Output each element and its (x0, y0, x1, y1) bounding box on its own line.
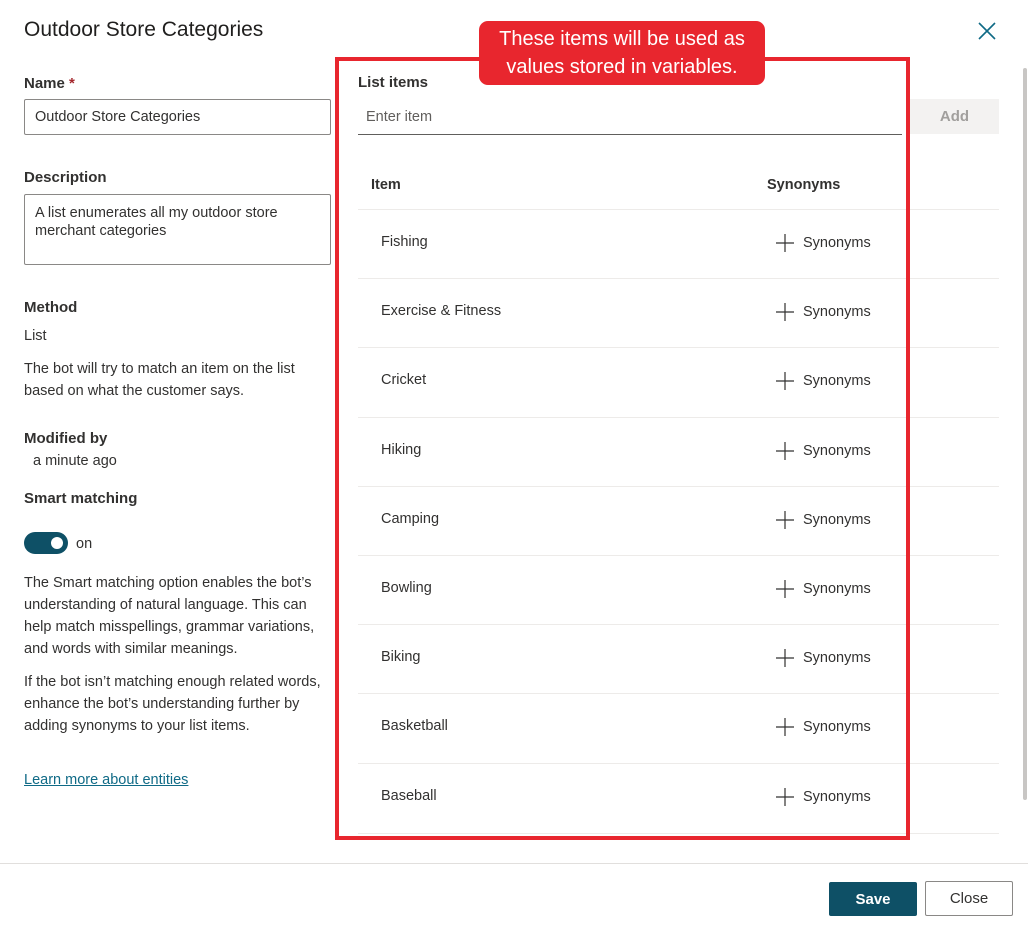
synonyms-label: Synonyms (803, 581, 871, 597)
footer-divider (0, 863, 1028, 864)
plus-icon (776, 510, 794, 529)
description-input[interactable]: A list enumerates all my outdoor store m… (24, 194, 331, 265)
add-synonyms-button[interactable]: Synonyms (776, 440, 871, 462)
item-name: Bowling (381, 580, 432, 596)
synonyms-help: If the bot isn’t matching enough related… (24, 674, 321, 734)
close-icon[interactable] (976, 20, 998, 42)
item-name: Fishing (381, 234, 428, 250)
item-name: Hiking (381, 441, 422, 458)
column-header-item: Item (371, 177, 401, 193)
modified-label: Modified by (24, 430, 108, 447)
annotation-callout: These items will be used as values store… (479, 21, 765, 85)
table-row: Camping Synonyms (358, 485, 999, 555)
synonyms-label: Synonyms (803, 304, 871, 321)
plus-icon (776, 649, 794, 668)
plus-icon (776, 718, 794, 737)
learn-more-link[interactable]: Learn more about entities (24, 772, 188, 788)
add-synonyms-button[interactable]: Synonyms (776, 578, 871, 600)
name-label-text: Name (24, 75, 65, 92)
smart-matching-toggle[interactable] (24, 532, 68, 554)
method-help: The bot will try to match an item on the… (24, 361, 295, 399)
method-label: Method (24, 299, 78, 316)
toggle-knob (51, 537, 63, 549)
modified-value: a minute ago (33, 453, 117, 469)
item-name: Cricket (381, 372, 427, 389)
synonyms-label: Synonyms (803, 442, 871, 459)
close-button[interactable]: Close (925, 881, 1013, 916)
table-row: Cricket Synonyms (358, 347, 999, 416)
plus-icon (776, 234, 794, 252)
plus-icon (776, 787, 794, 806)
smart-matching-label: Smart matching (24, 490, 138, 507)
scrollbar[interactable] (1023, 68, 1027, 800)
name-label: Name * (24, 75, 75, 92)
table-row: Basketball Synonyms (358, 693, 999, 762)
enter-item-input[interactable] (358, 100, 902, 135)
plus-icon (776, 303, 794, 322)
synonyms-label: Synonyms (803, 719, 871, 736)
add-synonyms-button[interactable]: Synonyms (776, 509, 871, 531)
add-synonyms-button[interactable]: Synonyms (776, 301, 871, 323)
table-row: Biking Synonyms (358, 624, 999, 693)
synonyms-label: Synonyms (803, 235, 871, 251)
table-row: Baseball Synonyms (358, 762, 999, 832)
description-label: Description (24, 169, 107, 186)
required-mark: * (69, 75, 75, 92)
plus-icon (776, 441, 794, 460)
item-name: Biking (381, 649, 421, 666)
synonyms-label: Synonyms (803, 373, 871, 390)
save-button[interactable]: Save (829, 882, 917, 916)
plus-icon (776, 372, 794, 391)
table-row: Hiking Synonyms (358, 416, 999, 486)
table-row: Exercise & Fitness Synonyms (358, 278, 999, 347)
item-name: Exercise & Fitness (381, 303, 502, 320)
plus-icon (776, 580, 794, 598)
panel-title: Outdoor Store Categories (24, 18, 264, 41)
add-synonyms-button[interactable]: Synonyms (776, 647, 871, 669)
item-name: Camping (381, 510, 440, 527)
add-synonyms-button[interactable]: Synonyms (776, 786, 871, 808)
add-synonyms-button[interactable]: Synonyms (776, 370, 871, 392)
method-value: List (24, 328, 47, 344)
synonyms-label: Synonyms (803, 650, 871, 667)
table-row: Fishing Synonyms (358, 209, 999, 278)
add-synonyms-button[interactable]: Synonyms (776, 716, 871, 738)
table-bottom-divider (358, 833, 999, 834)
synonyms-label: Synonyms (803, 788, 871, 805)
item-name: Baseball (381, 787, 437, 804)
item-name: Basketball (381, 718, 448, 735)
table-row: Bowling Synonyms (358, 555, 999, 624)
list-items-label: List items (358, 74, 429, 91)
add-button[interactable]: Add (910, 99, 999, 134)
column-header-synonyms: Synonyms (767, 177, 841, 193)
add-synonyms-button[interactable]: Synonyms (776, 232, 871, 254)
toggle-state-label: on (76, 536, 93, 552)
smart-matching-help: The Smart matching option enables the bo… (24, 575, 315, 657)
synonyms-label: Synonyms (803, 511, 871, 528)
name-input[interactable] (24, 99, 331, 135)
